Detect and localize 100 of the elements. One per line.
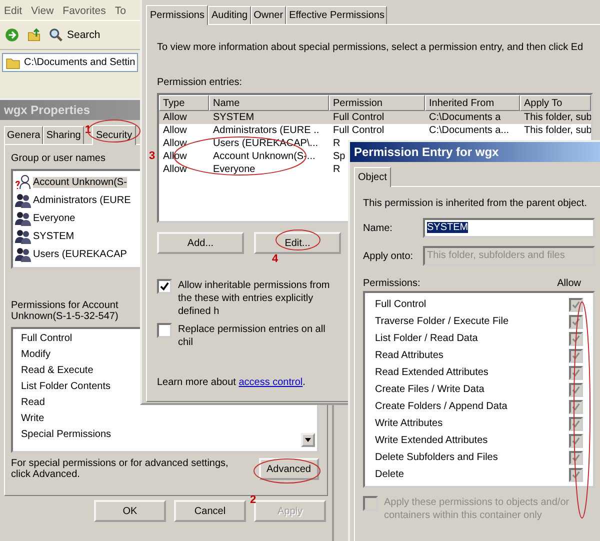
permission-label: Create Folders / Append Data bbox=[375, 401, 508, 412]
allow-checkbox[interactable] bbox=[569, 468, 583, 482]
table-cell-text: R bbox=[332, 163, 340, 176]
table-row[interactable]: Allow Everyone R bbox=[159, 163, 340, 176]
annotation-number: 3 bbox=[149, 150, 156, 162]
advanced-button[interactable]: Advanced bbox=[258, 458, 319, 480]
section-label: Permissions for Account Unknown(S-1-5-32-547) bbox=[11, 300, 120, 322]
section-label: Permission entries: bbox=[157, 77, 242, 88]
menu-item[interactable]: To bbox=[114, 5, 126, 17]
column-header[interactable]: Permission bbox=[329, 95, 425, 111]
tab[interactable]: Security bbox=[92, 125, 136, 145]
permission-label: Special Permissions bbox=[21, 428, 112, 442]
user-group-icon bbox=[15, 228, 31, 244]
permission-label: Full Control bbox=[21, 332, 72, 346]
dialog-button[interactable]: Cancel bbox=[174, 500, 246, 522]
permission-label: Read & Execute bbox=[21, 364, 94, 378]
help-link[interactable]: access control bbox=[238, 377, 303, 388]
checkbox-label: Replace permission entries on all chil bbox=[178, 323, 326, 349]
dialog-button[interactable]: Edit... bbox=[254, 232, 341, 254]
table-cell-text: Full Control bbox=[332, 124, 386, 137]
tab[interactable]: Permissions bbox=[146, 5, 208, 25]
user-list-item[interactable]: Everyone bbox=[15, 209, 138, 227]
permission-label: Write Extended Attributes bbox=[375, 435, 488, 446]
tab[interactable]: Genera bbox=[4, 126, 44, 144]
table-cell-text: Everyone bbox=[212, 163, 256, 176]
down-arrow-icon bbox=[304, 436, 312, 444]
section-label: Group or user names bbox=[11, 153, 106, 164]
table-cell-text: Full Control bbox=[332, 111, 386, 124]
tab[interactable]: Effective Permissions bbox=[286, 6, 388, 24]
checkmark-icon bbox=[572, 352, 580, 360]
allow-checkbox[interactable] bbox=[569, 332, 583, 346]
inheritance-note: This permission is inherited from the parent object. bbox=[363, 197, 588, 210]
checkbox[interactable] bbox=[157, 323, 172, 338]
user-list-item[interactable]: SYSTEM bbox=[15, 227, 138, 245]
permission-label: Read Attributes bbox=[375, 350, 444, 361]
annotation-ellipse bbox=[88, 120, 140, 142]
field-label: Apply onto: bbox=[363, 250, 414, 262]
column-header[interactable]: Apply To bbox=[520, 95, 591, 111]
annotation-number: 2 bbox=[250, 494, 256, 506]
permission-label: Write bbox=[21, 412, 44, 426]
table-cell-text: Allow bbox=[162, 137, 188, 150]
table-cell-text: Allow bbox=[162, 124, 188, 137]
allow-checkbox[interactable] bbox=[569, 348, 583, 362]
search-button[interactable]: Search bbox=[48, 27, 100, 43]
up-folder-icon[interactable] bbox=[26, 27, 42, 43]
column-header: Allow bbox=[557, 278, 581, 289]
address-field[interactable]: C:\Documents and Settin bbox=[2, 53, 138, 72]
annotation-number: 4 bbox=[272, 253, 278, 265]
checkmark-icon bbox=[160, 282, 169, 291]
checkmark-icon bbox=[572, 334, 580, 342]
permission-label: Full Control bbox=[375, 299, 426, 310]
dialog-button[interactable]: OK bbox=[94, 500, 166, 522]
checkmark-icon bbox=[572, 300, 580, 308]
user-list-item[interactable]: Users (EUREKACAP bbox=[15, 245, 138, 263]
tab[interactable]: Object bbox=[354, 167, 391, 187]
tab[interactable]: Auditing bbox=[208, 6, 251, 24]
checkmark-icon bbox=[572, 368, 580, 376]
annotation-ellipse bbox=[254, 458, 320, 484]
allow-checkbox[interactable] bbox=[569, 400, 583, 414]
checkmark-icon bbox=[572, 454, 580, 462]
allow-checkbox[interactable] bbox=[569, 366, 583, 380]
allow-checkbox[interactable] bbox=[569, 382, 583, 396]
name-field[interactable]: SYSTEM bbox=[423, 218, 595, 238]
permission-label: List Folder / Read Data bbox=[375, 333, 478, 344]
allow-checkbox[interactable] bbox=[569, 314, 583, 328]
user-list-item[interactable]: Account Unknown(S- bbox=[15, 173, 138, 191]
tab[interactable]: Owner bbox=[250, 6, 286, 24]
dialog-button[interactable]: Add... bbox=[157, 232, 244, 254]
menu-item[interactable]: View bbox=[31, 5, 54, 17]
instruction-text: To view more information about special permissions, select a permission entry, and then click Ed bbox=[157, 41, 584, 54]
checkbox[interactable] bbox=[157, 279, 172, 294]
permission-label: Delete Subfolders and Files bbox=[375, 452, 498, 463]
allow-checkbox[interactable] bbox=[569, 416, 583, 430]
user-group-icon bbox=[15, 246, 31, 262]
menu-item[interactable]: Favorites bbox=[62, 5, 106, 17]
scroll-down-button[interactable] bbox=[301, 433, 315, 447]
annotation-ellipse bbox=[276, 230, 320, 250]
permission-label: Read bbox=[21, 396, 45, 410]
permission-label: Modify bbox=[21, 348, 50, 362]
permission-label: List Folder Contents bbox=[21, 380, 110, 394]
table-cell-text: Sp bbox=[332, 150, 346, 163]
allow-checkbox[interactable] bbox=[569, 450, 583, 464]
user-group-icon bbox=[15, 192, 31, 208]
user-list-item[interactable]: Administrators (EURE bbox=[15, 191, 138, 209]
menu-item[interactable]: Edit bbox=[4, 5, 22, 17]
advanced-note: For special permissions or for advanced settings, click Advanced. bbox=[11, 458, 230, 480]
table-cell-text: Allow bbox=[162, 163, 188, 176]
permission-label: Create Files / Write Data bbox=[375, 384, 484, 395]
checkmark-icon bbox=[572, 470, 580, 478]
field-label: Name: bbox=[363, 222, 394, 234]
checkbox-label: Apply these permissions to objects and/or containers within this container only bbox=[384, 496, 570, 522]
table-cell-text: R bbox=[332, 137, 340, 150]
allow-checkbox[interactable] bbox=[569, 298, 583, 312]
table-cell-text: C:\Documents a... bbox=[428, 124, 510, 137]
allow-checkbox[interactable] bbox=[569, 434, 583, 448]
column-header[interactable]: Type bbox=[159, 95, 209, 111]
table-cell-text: Administrators (EURE .. bbox=[212, 124, 320, 137]
column-header[interactable]: Inherited From bbox=[425, 95, 520, 111]
column-header[interactable]: Name bbox=[209, 95, 329, 111]
tab[interactable]: Sharing bbox=[43, 126, 84, 144]
